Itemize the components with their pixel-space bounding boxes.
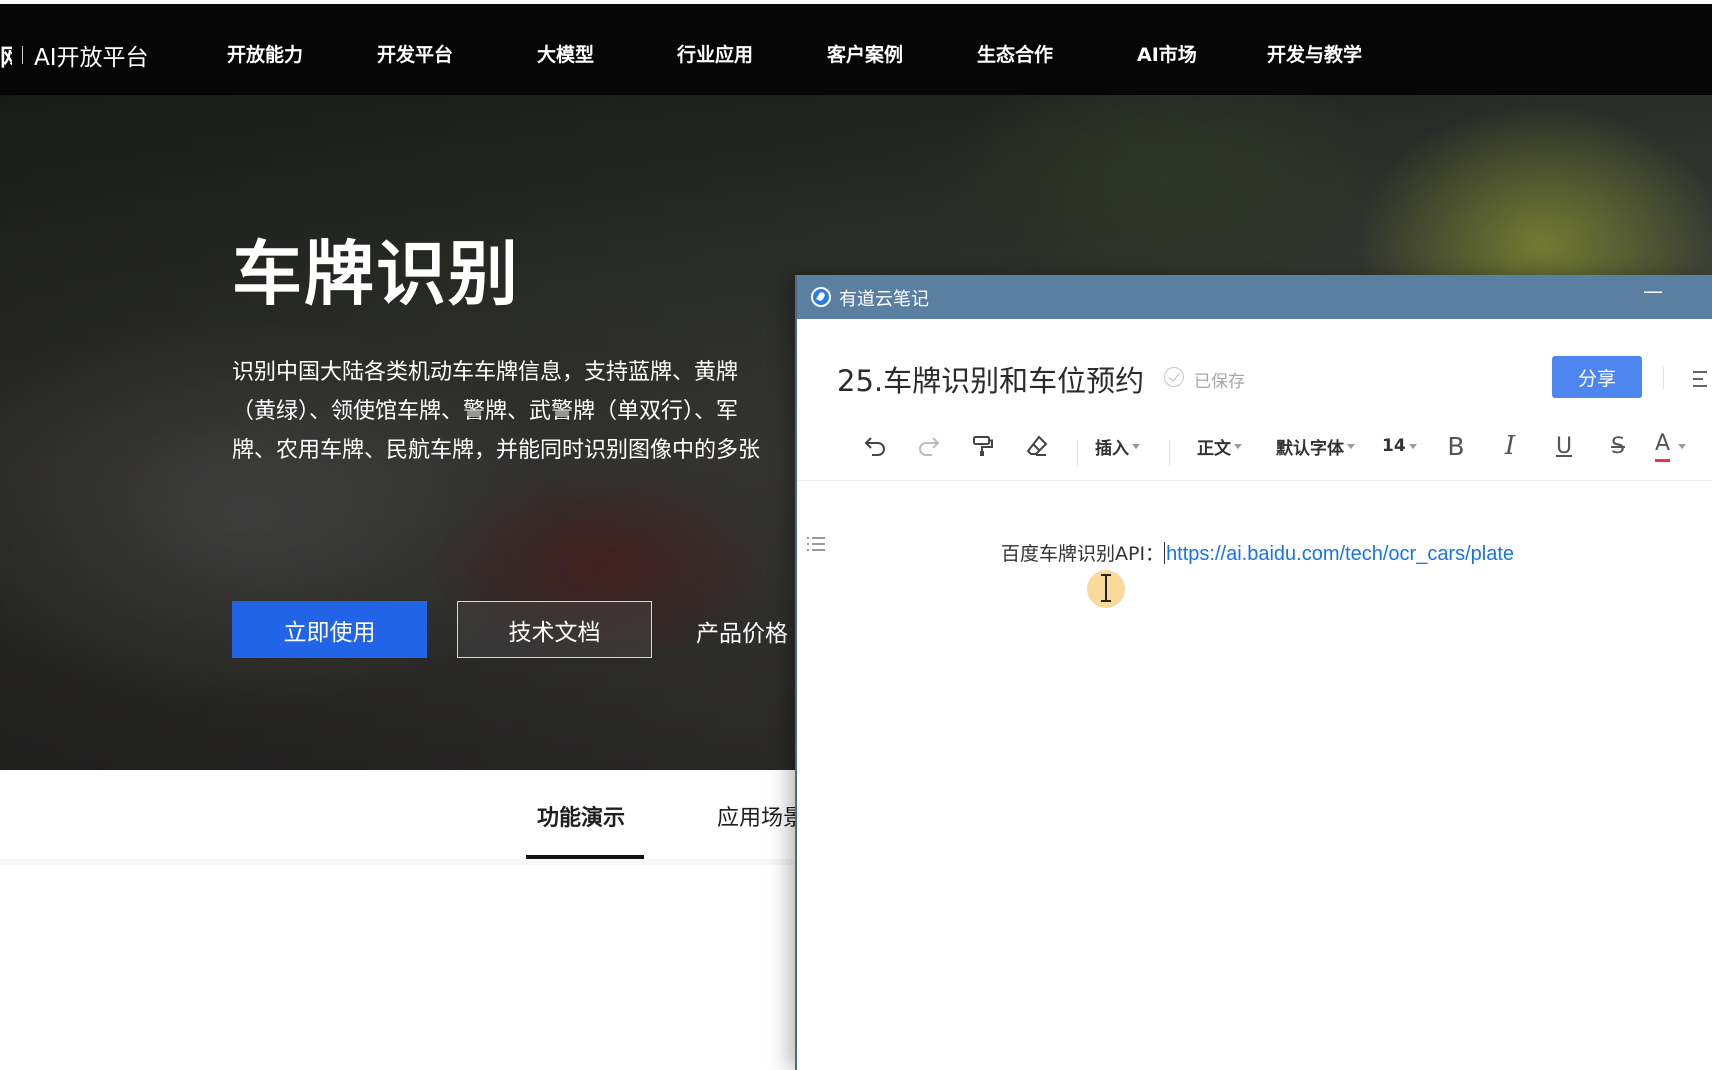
nav-item-dev-education[interactable]: 开发与教学 [1267, 40, 1362, 67]
bold-button[interactable]: B [1441, 429, 1471, 463]
hero-description-line: （黄绿）、领使馆车牌、警牌、武警牌（单双行）、军 [232, 399, 739, 424]
top-navigation-bar: 网 AI开放平台 开放能力 开发平台 大模型 行业应用 客户案例 生态合作 AI… [0, 0, 1712, 95]
app-name: 有道云笔记 [839, 289, 929, 310]
logo-brand-fragment: 网 [0, 45, 12, 71]
eraser-icon[interactable] [1021, 429, 1053, 463]
use-now-button[interactable]: 立即使用 [232, 601, 427, 658]
hero-description-line: 牌、农用车牌、民航车牌，并能同时识别图像中的多张 [232, 438, 761, 463]
strikethrough-icon: S [1611, 433, 1625, 459]
font-size-dropdown[interactable]: 14 [1382, 429, 1417, 463]
bold-icon: B [1447, 431, 1465, 461]
document-body-line[interactable]: 百度车牌识别API： https://ai.baidu.com/tech/ocr_… [1001, 539, 1514, 566]
tech-docs-button[interactable]: 技术文档 [457, 601, 652, 658]
logo-text: AI开放平台 [34, 45, 149, 71]
hero-description-line: 识别中国大陆各类机动车车牌信息，支持蓝牌、黄牌 [232, 360, 739, 385]
nav-item-ecosystem[interactable]: 生态合作 [977, 40, 1053, 67]
section-tabs: 功能演示 应用场景 [0, 770, 805, 865]
font-size-label: 14 [1382, 436, 1406, 456]
format-painter-icon[interactable] [967, 429, 999, 463]
paragraph-style-dropdown[interactable]: 正文 [1197, 429, 1242, 463]
text-cursor-icon [1101, 574, 1111, 602]
underline-icon: U [1555, 433, 1573, 459]
editor-toolbar: 插入 正文 默认字体 14 B I U S A [797, 415, 1712, 481]
undo-icon[interactable] [859, 429, 891, 463]
font-color-icon: A [1655, 431, 1671, 462]
insert-dropdown[interactable]: 插入 [1095, 429, 1140, 463]
underline-button[interactable]: U [1549, 429, 1579, 463]
font-family-label: 默认字体 [1276, 438, 1344, 459]
chevron-down-icon [1678, 443, 1687, 449]
api-label: 百度车牌识别API： [1001, 543, 1165, 565]
saved-status: 已保存 [1194, 372, 1245, 392]
redo-icon[interactable] [913, 429, 945, 463]
font-family-dropdown[interactable]: 默认字体 [1276, 429, 1355, 463]
minimize-button[interactable]: — [1643, 279, 1663, 303]
outline-list-icon[interactable] [807, 537, 825, 551]
active-tab-indicator [526, 855, 644, 859]
pricing-link[interactable]: 产品价格 [696, 614, 788, 648]
nav-item-dev-platform[interactable]: 开发平台 [377, 40, 453, 67]
strikethrough-button[interactable]: S [1603, 429, 1633, 463]
window-titlebar[interactable]: 有道云笔记 — [797, 275, 1712, 319]
italic-button[interactable]: I [1495, 429, 1525, 463]
youdao-note-window: 有道云笔记 — 25.车牌识别和车位预约 已保存 分享 插入 正文 默认字体 1… [795, 275, 1712, 1070]
paragraph-style-label: 正文 [1197, 438, 1231, 459]
toolbar-divider [1169, 440, 1170, 466]
nav-item-customer-cases[interactable]: 客户案例 [827, 40, 903, 67]
chevron-down-icon [1132, 443, 1140, 449]
api-url-link[interactable]: https://ai.baidu.com/tech/ocr_cars/plate [1166, 543, 1514, 565]
italic-icon: I [1504, 431, 1516, 461]
text-caret [1164, 542, 1166, 564]
chevron-down-icon [1234, 443, 1242, 449]
insert-label: 插入 [1095, 438, 1129, 459]
tab-feature-demo[interactable]: 功能演示 [537, 800, 625, 832]
saved-check-icon [1164, 367, 1184, 387]
hero-description: 识别中国大陆各类机动车车牌信息，支持蓝牌、黄牌 （黄绿）、领使馆车牌、警牌、武警… [232, 353, 802, 473]
nav-item-open-capabilities[interactable]: 开放能力 [227, 40, 303, 67]
chevron-down-icon [1347, 443, 1355, 449]
document-title[interactable]: 25.车牌识别和车位预约 [837, 358, 1144, 400]
tab-use-cases[interactable]: 应用场景 [717, 800, 805, 832]
site-logo[interactable]: 网 AI开放平台 [0, 37, 149, 73]
toolbar-divider [1077, 440, 1078, 466]
nav-item-industry-apps[interactable]: 行业应用 [677, 40, 753, 67]
font-color-button[interactable]: A [1655, 429, 1687, 463]
hero-title: 车牌识别 [232, 233, 520, 315]
more-menu-icon[interactable] [1693, 371, 1712, 389]
chevron-down-icon [1408, 443, 1417, 449]
youdao-note-logo-icon [811, 287, 831, 307]
logo-divider [22, 46, 23, 64]
nav-item-ai-market[interactable]: AI市场 [1137, 40, 1197, 67]
nav-item-large-models[interactable]: 大模型 [537, 40, 594, 67]
header-divider [1663, 367, 1664, 389]
share-button[interactable]: 分享 [1552, 356, 1642, 398]
screen: 网 AI开放平台 开放能力 开发平台 大模型 行业应用 客户案例 生态合作 AI… [0, 0, 1712, 1070]
